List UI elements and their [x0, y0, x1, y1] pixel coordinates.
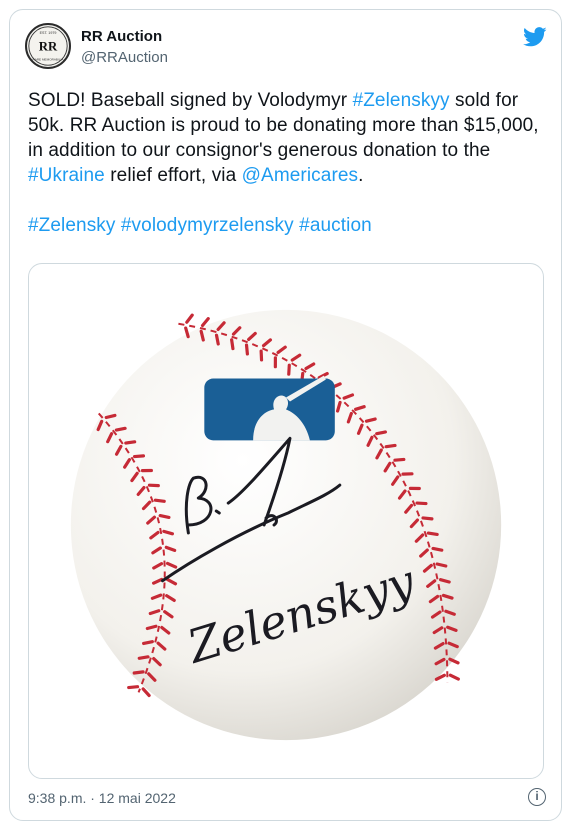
account-handle[interactable]: @RRAuction	[81, 49, 168, 66]
stitch	[428, 533, 437, 534]
stitch	[217, 335, 219, 344]
stitch	[160, 516, 169, 518]
stitch	[155, 500, 164, 501]
mention-americares[interactable]: @Americares	[242, 165, 358, 186]
stitch	[129, 687, 138, 688]
stitch	[377, 432, 386, 434]
tweet-text-part: .	[358, 165, 363, 186]
stitch	[126, 442, 135, 443]
baseball	[71, 310, 501, 740]
stitch	[232, 340, 233, 349]
tweet-text-part: SOLD! Baseball signed by Volodymyr	[28, 90, 353, 111]
stitch	[203, 319, 209, 326]
hashtag-volodymyrzelensky[interactable]: #volodymyrzelensky	[121, 215, 294, 236]
stitch	[433, 548, 442, 550]
stitch	[289, 365, 290, 374]
stitch	[116, 428, 125, 430]
paragraph-spacer	[28, 188, 548, 213]
hashtag-zelensky[interactable]: #Zelensky	[28, 215, 116, 236]
stitch	[247, 345, 248, 354]
stitch	[437, 564, 446, 566]
avatar[interactable]: EST. 1979 RR RARE MEMORABILIA	[25, 23, 71, 69]
stitch	[367, 419, 376, 421]
hashtag-ukraine[interactable]: #Ukraine	[28, 165, 105, 186]
tweet-text-part: relief effort, via	[105, 165, 242, 186]
avatar-text: RR	[39, 40, 58, 54]
info-icon[interactable]: i	[528, 788, 546, 806]
stitch	[144, 642, 153, 644]
stitch	[417, 503, 426, 504]
stitch	[134, 672, 143, 673]
stitch	[139, 657, 148, 658]
twitter-bird-icon[interactable]	[523, 27, 547, 47]
stitch	[441, 580, 450, 582]
tweet-text: SOLD! Baseball signed by Volodymyr #Zele…	[28, 88, 548, 238]
hashtag-auction[interactable]: #auction	[299, 215, 372, 236]
stitch	[201, 331, 203, 340]
hashtag-zelenskyy[interactable]: #Zelenskyy	[353, 90, 450, 111]
avatar-ring-text: RARE MEMORABILIA	[33, 58, 65, 62]
stitch	[135, 456, 144, 457]
stitch	[147, 626, 156, 628]
stitch	[187, 315, 192, 322]
stitch	[106, 415, 115, 417]
mlb-logo	[204, 376, 334, 441]
tweet-header: EST. 1979 RR RARE MEMORABILIA RR Auction…	[25, 23, 547, 69]
avatar-est-text: EST. 1979	[40, 31, 57, 35]
account-name[interactable]: RR Auction	[81, 28, 162, 45]
stitch	[450, 675, 458, 679]
stitch	[423, 518, 432, 519]
stitch	[386, 445, 395, 446]
tweet-card: EST. 1979 RR RARE MEMORABILIA RR Auction…	[9, 9, 562, 821]
baseball-image: Zelenskyy	[29, 264, 543, 778]
stitch	[395, 459, 404, 460]
tweet-image[interactable]: Zelenskyy	[28, 263, 544, 779]
tweet-timestamp[interactable]: 9:38 p.m. · 12 mai 2022	[28, 790, 176, 806]
